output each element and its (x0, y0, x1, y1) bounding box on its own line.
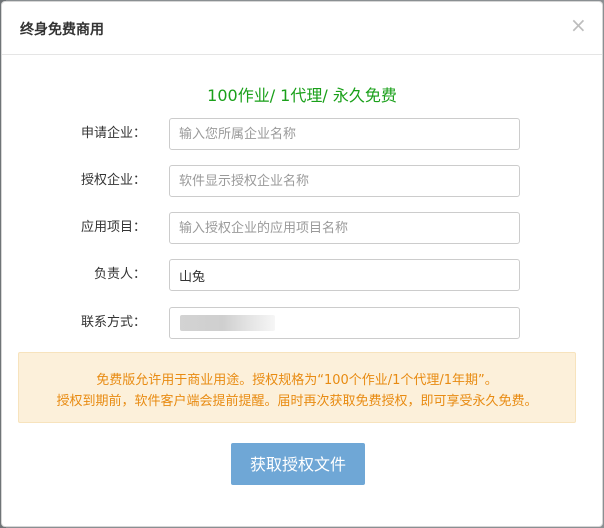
applicant-company-input[interactable] (169, 118, 520, 150)
notice-line-1: 免费版允许用于商业用途。授权规格为“100个作业/1个代理/1年期”。 (96, 373, 498, 388)
contact-label: 联系方式： (80, 315, 146, 330)
licensed-company-label: 授权企业： (80, 173, 146, 188)
get-license-file-button[interactable]: 获取授权文件 (231, 443, 365, 485)
form-row-licensed-company: 授权企业： (2, 165, 602, 197)
contact-input[interactable] (169, 307, 520, 339)
dialog-header: 终身免费商用 × (2, 2, 602, 55)
project-input[interactable] (169, 212, 520, 244)
licensed-company-input[interactable] (169, 165, 520, 197)
form-row-responsible-person: 负责人： (2, 259, 602, 291)
plan-headline: 100作业/ 1代理/ 永久免费 (207, 86, 397, 105)
form-row-contact: 联系方式： (2, 307, 602, 339)
form-row-project: 应用项目： (2, 212, 602, 244)
dialog-title: 终身免费商用 (20, 22, 104, 38)
redacted-contact-blur (180, 315, 275, 331)
license-dialog: 终身免费商用 × 100作业/ 1代理/ 永久免费 申请企业： 授权企业： 应用… (2, 2, 602, 526)
applicant-company-label: 申请企业： (80, 126, 146, 141)
responsible-person-label: 负责人： (93, 267, 146, 282)
license-notice: 免费版允许用于商业用途。授权规格为“100个作业/1个代理/1年期”。 授权到期… (18, 352, 576, 423)
form-row-applicant-company: 申请企业： (2, 118, 602, 150)
notice-line-2: 授权到期前，软件客户端会提前提醒。届时再次获取免费授权，即可享受永久免费。 (56, 394, 538, 409)
close-icon[interactable]: × (570, 15, 587, 35)
project-label: 应用项目： (80, 220, 146, 235)
responsible-person-input[interactable] (169, 259, 520, 291)
